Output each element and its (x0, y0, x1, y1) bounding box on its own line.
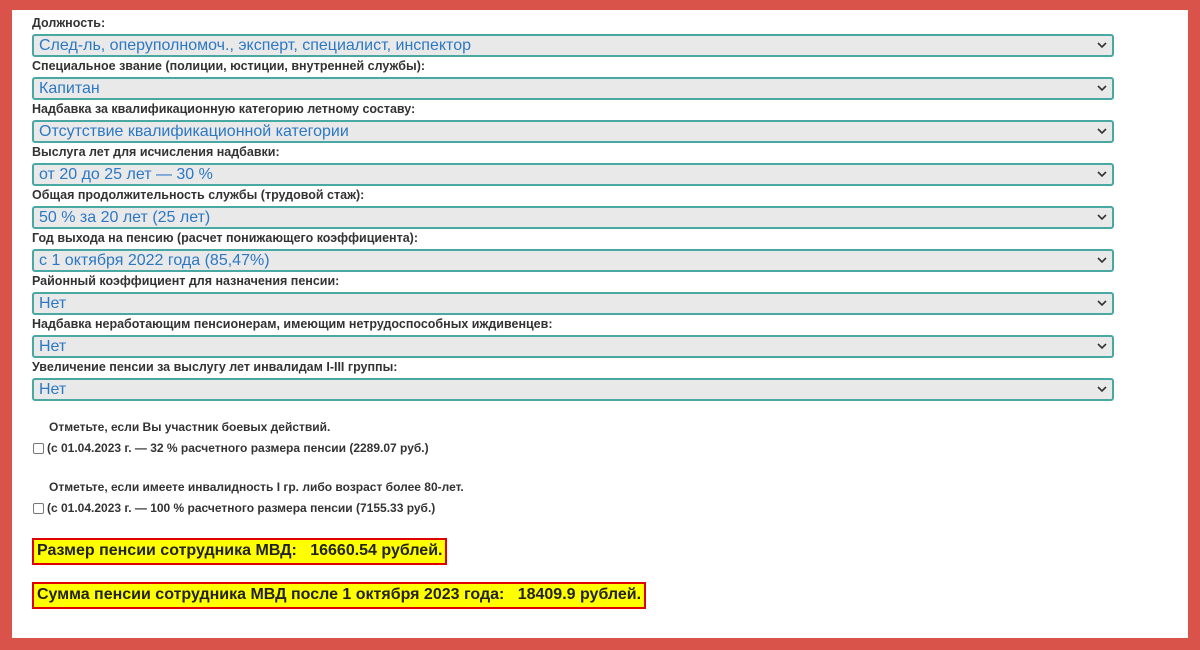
position-field: Должность: След-ль, оперуполномоч., эксп… (32, 15, 1114, 57)
seniority-field: Выслуга лет для исчисления надбавки: от … (32, 144, 1114, 186)
service-length-label: Общая продолжительность службы (трудовой… (32, 188, 365, 202)
chevron-down-icon (1097, 42, 1107, 49)
retirement-year-label: Год выхода на пенсию (расчет понижающего… (32, 231, 419, 245)
pension-after-result: Сумма пенсии сотрудника МВД после 1 октя… (32, 582, 647, 609)
qualification-select[interactable]: Отсутствие квалификационной категории (32, 120, 1114, 143)
regional-coefficient-select[interactable]: Нет (32, 292, 1114, 315)
combat-veteran-checkbox[interactable] (33, 442, 44, 454)
combat-veteran-text: (с 01.04.2023 г. — 32 % расчетного разме… (47, 441, 429, 455)
regional-coefficient-field: Районный коэффициент для назначения пенс… (32, 273, 1114, 315)
retirement-year-field: Год выхода на пенсию (расчет понижающего… (32, 230, 1114, 272)
disability-80-text: (с 01.04.2023 г. — 100 % расчетного разм… (47, 501, 436, 515)
retirement-year-select-value: с 1 октября 2022 года (85,47%) (39, 252, 270, 269)
qualification-select-value: Отсутствие квалификационной категории (39, 123, 349, 140)
chevron-down-icon (1097, 171, 1107, 178)
chevron-down-icon (1097, 85, 1107, 92)
position-label: Должность: (32, 16, 106, 30)
disability-80-option: Отметьте, если имеете инвалидность I гр.… (33, 479, 464, 516)
qualification-field: Надбавка за квалификационную категорию л… (32, 101, 1114, 143)
service-length-select-value: 50 % за 20 лет (25 лет) (39, 209, 211, 226)
rank-select[interactable]: Капитан (32, 77, 1114, 100)
dependents-select-value: Нет (39, 338, 67, 355)
service-length-field: Общая продолжительность службы (трудовой… (32, 187, 1114, 229)
chevron-down-icon (1097, 257, 1107, 264)
seniority-label: Выслуга лет для исчисления надбавки: (32, 145, 280, 159)
disability-group-label: Увеличение пенсии за выслугу лет инвалид… (32, 360, 398, 374)
rank-field: Специальное звание (полиции, юстиции, вн… (32, 58, 1114, 100)
seniority-select-value: от 20 до 25 лет — 30 % (39, 166, 213, 183)
rank-select-value: Капитан (39, 80, 100, 97)
disability-group-select-value: Нет (39, 381, 67, 398)
chevron-down-icon (1097, 343, 1107, 350)
disability-80-checkbox[interactable] (33, 502, 44, 514)
disability-group-select[interactable]: Нет (32, 378, 1114, 401)
disability-group-field: Увеличение пенсии за выслугу лет инвалид… (32, 359, 1114, 401)
retirement-year-select[interactable]: с 1 октября 2022 года (85,47%) (32, 249, 1114, 272)
service-length-select[interactable]: 50 % за 20 лет (25 лет) (32, 206, 1114, 229)
regional-coefficient-label: Районный коэффициент для назначения пенс… (32, 274, 340, 288)
qualification-label: Надбавка за квалификационную категорию л… (32, 102, 416, 116)
combat-veteran-title: Отметьте, если Вы участник боевых действ… (49, 420, 331, 434)
disability-80-title: Отметьте, если имеете инвалидность I гр.… (49, 480, 464, 494)
calculator-panel: Должность: След-ль, оперуполномоч., эксп… (12, 10, 1188, 638)
combat-veteran-option: Отметьте, если Вы участник боевых действ… (33, 419, 429, 456)
dependents-label: Надбавка неработающим пенсионерам, имеющ… (32, 317, 553, 331)
dependents-select[interactable]: Нет (32, 335, 1114, 358)
chevron-down-icon (1097, 214, 1107, 221)
position-select[interactable]: След-ль, оперуполномоч., эксперт, специа… (32, 34, 1114, 57)
chevron-down-icon (1097, 128, 1107, 135)
chevron-down-icon (1097, 300, 1107, 307)
chevron-down-icon (1097, 386, 1107, 393)
dependents-field: Надбавка неработающим пенсионерам, имеющ… (32, 316, 1114, 358)
seniority-select[interactable]: от 20 до 25 лет — 30 % (32, 163, 1114, 186)
position-select-value: След-ль, оперуполномоч., эксперт, специа… (39, 37, 471, 54)
pension-result: Размер пенсии сотрудника МВД: 16660.54 р… (32, 538, 448, 565)
regional-coefficient-select-value: Нет (39, 295, 67, 312)
rank-label: Специальное звание (полиции, юстиции, вн… (32, 59, 426, 73)
